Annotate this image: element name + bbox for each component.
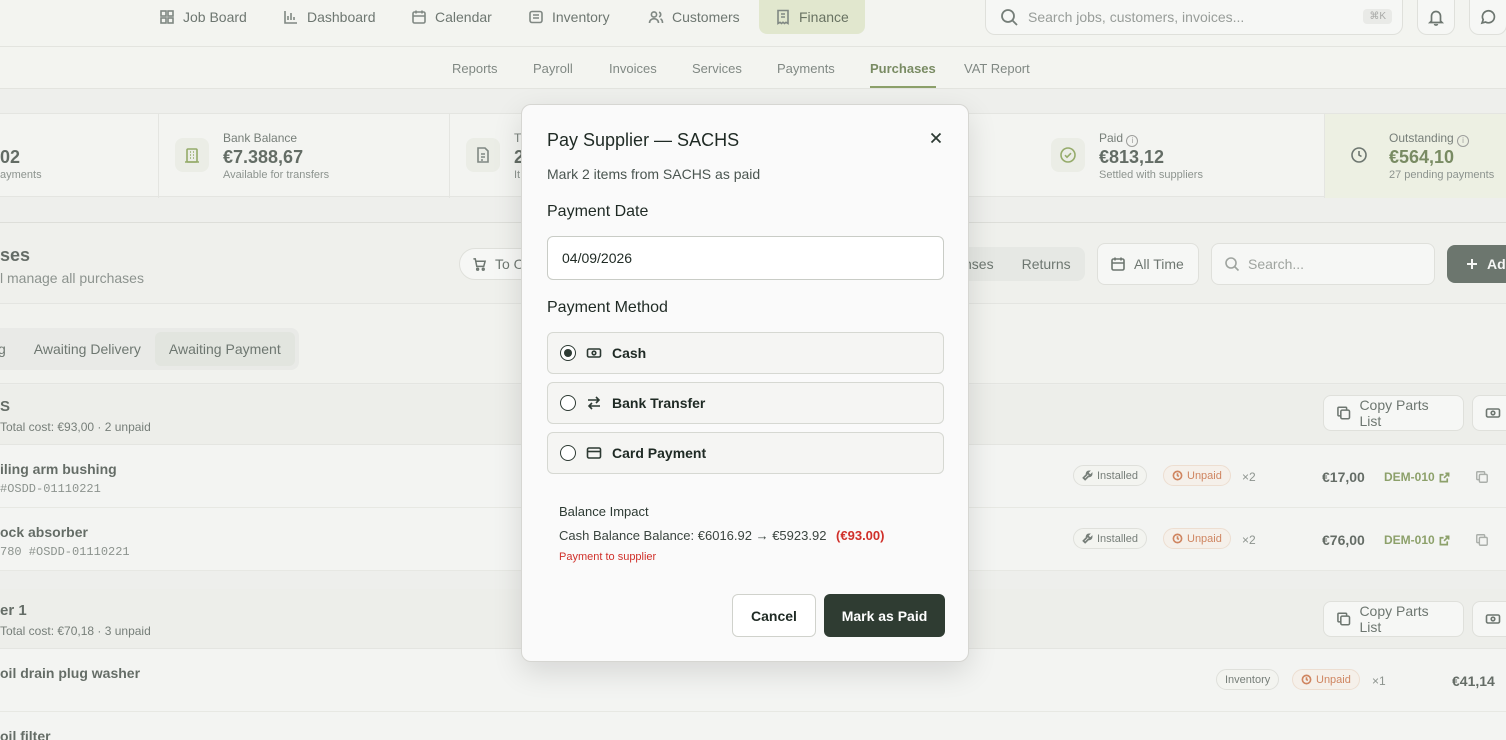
- payment-option-bank-transfer[interactable]: Bank Transfer: [547, 382, 944, 424]
- balance-change-text: Cash Balance Balance: €6016.92 → €5923.9…: [559, 528, 827, 543]
- cancel-button[interactable]: Cancel: [732, 594, 816, 637]
- balance-change: Cash Balance Balance: €6016.92 → €5923.9…: [559, 528, 884, 543]
- balance-delta: (€93.00): [836, 528, 885, 543]
- option-label: Bank Transfer: [612, 395, 706, 411]
- payment-method-label: Payment Method: [547, 299, 668, 316]
- radio-bank-transfer[interactable]: [560, 395, 576, 411]
- payment-option-card[interactable]: Card Payment: [547, 432, 944, 474]
- radio-cash[interactable]: [560, 345, 576, 361]
- balance-note: Payment to supplier: [559, 551, 657, 563]
- mark-as-paid-button[interactable]: Mark as Paid: [824, 594, 945, 637]
- close-icon: [930, 132, 942, 144]
- dialog-description: Mark 2 items from SACHS as paid: [547, 166, 761, 182]
- close-button[interactable]: [928, 130, 944, 146]
- payment-date-label: Payment Date: [547, 203, 649, 220]
- arrows-swap-icon: [587, 396, 601, 410]
- payment-option-cash[interactable]: Cash: [547, 332, 944, 374]
- dialog-title: Pay Supplier — SACHS: [547, 130, 740, 150]
- credit-card-icon: [586, 447, 602, 459]
- radio-card-payment[interactable]: [560, 445, 576, 461]
- balance-impact-title: Balance Impact: [559, 504, 649, 519]
- option-label: Cash: [612, 345, 647, 361]
- payment-date-field[interactable]: [547, 236, 944, 280]
- option-label: Card Payment: [612, 445, 707, 461]
- pay-supplier-dialog: Pay Supplier — SACHS Mark 2 items from S…: [521, 104, 969, 662]
- banknote-icon: [586, 348, 602, 358]
